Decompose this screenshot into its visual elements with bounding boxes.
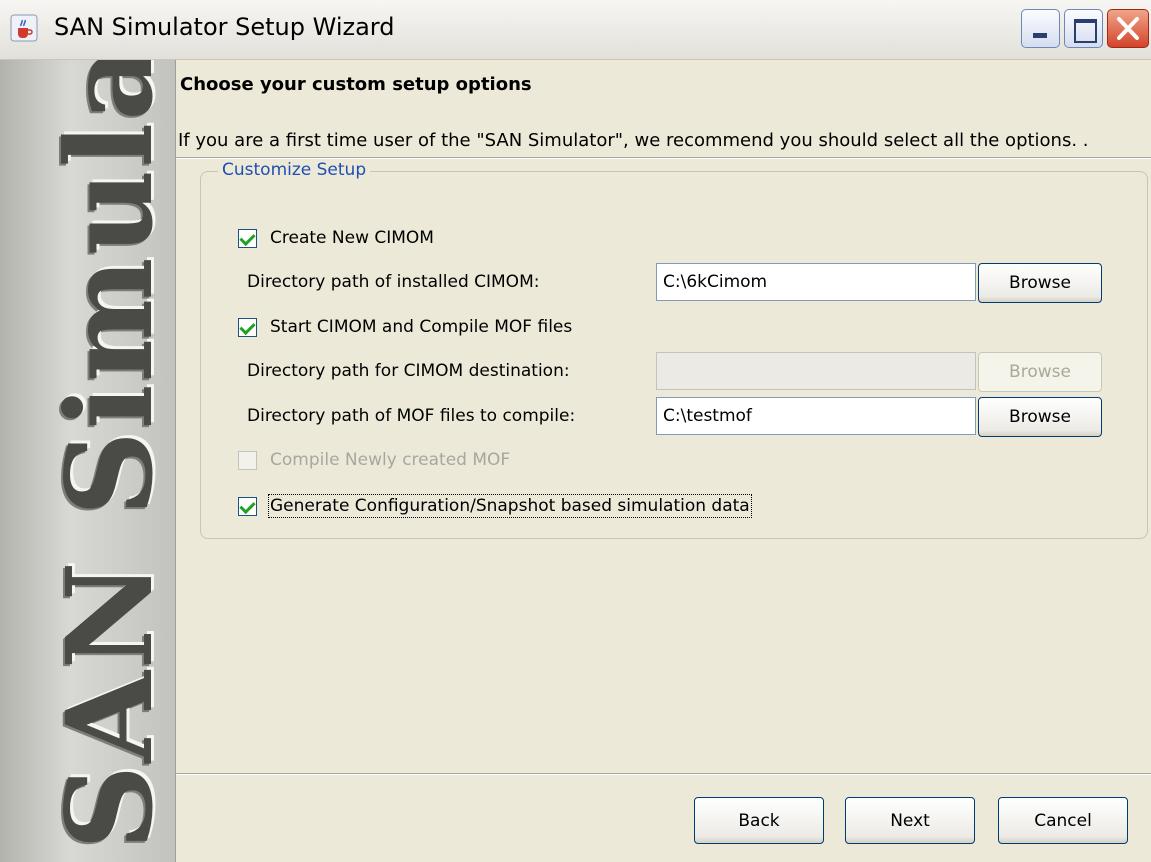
mof-files-label: Directory path of MOF files to compile: xyxy=(247,406,576,426)
checkmark-icon xyxy=(239,497,256,515)
header-separator xyxy=(176,157,1151,159)
create-cimom-label[interactable]: Create New CIMOM xyxy=(270,228,434,248)
compile-new-mof-checkbox xyxy=(238,451,257,470)
window-title: SAN Simulator Setup Wizard xyxy=(54,13,395,41)
installed-cimom-label: Directory path of installed CIMOM: xyxy=(247,272,540,292)
installed-cimom-input[interactable] xyxy=(656,263,976,301)
next-button[interactable]: Next xyxy=(845,797,975,844)
cimom-destination-input xyxy=(656,352,976,390)
browse-mof-files-button[interactable]: Browse xyxy=(978,397,1102,437)
cancel-button[interactable]: Cancel xyxy=(998,797,1128,844)
page-description: If you are a first time user of the "SAN… xyxy=(178,130,1089,151)
page-title: Choose your custom setup options xyxy=(180,74,532,95)
mof-files-input[interactable] xyxy=(656,397,976,435)
title-bar[interactable]: SAN Simulator Setup Wizard xyxy=(0,0,1151,60)
close-button[interactable] xyxy=(1107,9,1149,48)
minimize-icon xyxy=(1033,33,1047,38)
maximize-icon xyxy=(1074,19,1097,43)
generate-config-label[interactable]: Generate Configuration/Snapshot based si… xyxy=(268,494,752,518)
generate-config-checkbox[interactable] xyxy=(238,497,257,516)
cimom-destination-label: Directory path for CIMOM destination: xyxy=(247,361,570,381)
browse-cimom-destination-button: Browse xyxy=(978,352,1102,392)
start-cimom-checkbox[interactable] xyxy=(238,318,257,337)
compile-new-mof-label: Compile Newly created MOF xyxy=(270,450,511,470)
java-cup-icon xyxy=(10,14,38,42)
close-icon xyxy=(1117,17,1139,40)
back-button[interactable]: Back xyxy=(694,797,824,844)
side-banner: SAN Simulator xyxy=(0,60,176,862)
maximize-button[interactable] xyxy=(1064,9,1103,48)
minimize-button[interactable] xyxy=(1021,9,1060,48)
checkmark-icon xyxy=(239,318,256,336)
checkmark-icon xyxy=(239,229,256,247)
browse-installed-cimom-button[interactable]: Browse xyxy=(978,263,1102,303)
create-cimom-checkbox[interactable] xyxy=(238,229,257,248)
footer-separator xyxy=(176,773,1151,775)
group-title: Customize Setup xyxy=(218,160,371,180)
start-cimom-label[interactable]: Start CIMOM and Compile MOF files xyxy=(270,317,572,337)
banner-text: SAN Simulator xyxy=(40,60,176,850)
